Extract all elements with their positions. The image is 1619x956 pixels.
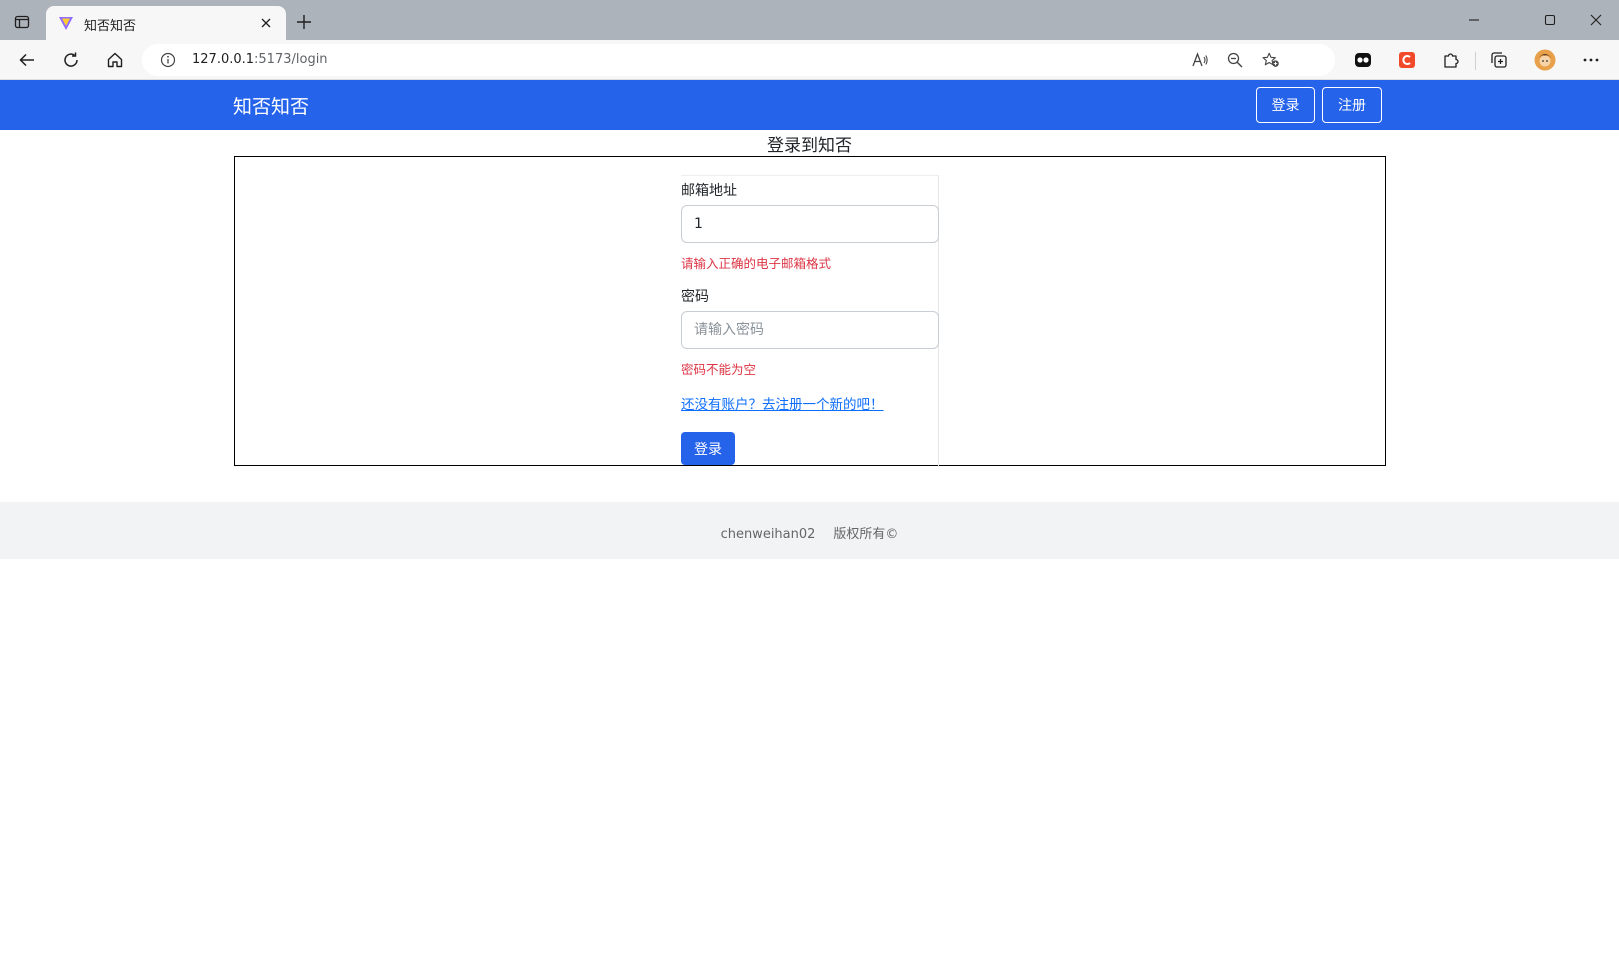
url-host: 127.0.0.1	[192, 52, 255, 67]
email-error: 请输入正确的电子邮箱格式	[681, 256, 832, 271]
login-container: 邮箱地址 请输入正确的电子邮箱格式 密码 密码不能为空 还没有账户？去注册一个新…	[234, 156, 1386, 467]
footer-copyright: 版权所有©	[833, 527, 899, 542]
app-navbar: 知否知否 登录 注册	[0, 80, 1619, 130]
page-title: 登录到知否	[767, 136, 852, 156]
footer-text: chenweihan02 版权所有©	[0, 523, 1619, 542]
extension-icon[interactable]	[1352, 49, 1374, 71]
c-extension-icon[interactable]	[1396, 49, 1418, 71]
email-label: 邮箱地址	[681, 183, 737, 199]
new-tab-icon[interactable]	[294, 12, 314, 32]
tab-actions-icon[interactable]	[12, 12, 32, 32]
footer-author: chenweihan02	[720, 527, 816, 542]
brand-logo[interactable]: 知否知否	[233, 92, 309, 119]
login-submit-button[interactable]: 登录	[681, 432, 735, 465]
minimize-icon[interactable]	[1464, 10, 1484, 30]
password-error: 密码不能为空	[681, 362, 757, 377]
browser-toolbar: 127.0.0.1:5173/login	[0, 40, 1619, 80]
home-icon[interactable]	[104, 49, 126, 71]
nav-register-button[interactable]: 注册	[1322, 87, 1382, 123]
favorite-add-icon[interactable]	[1262, 51, 1280, 69]
nav-login-button[interactable]: 登录	[1256, 87, 1315, 123]
back-icon[interactable]	[16, 49, 38, 71]
extensions-puzzle-icon[interactable]	[1440, 49, 1462, 71]
url-text: 127.0.0.1:5173/login	[192, 52, 328, 67]
close-window-icon[interactable]	[1586, 10, 1606, 30]
profile-avatar-icon[interactable]	[1534, 49, 1556, 71]
collections-icon[interactable]	[1488, 49, 1510, 71]
login-form: 邮箱地址 请输入正确的电子邮箱格式 密码 密码不能为空 还没有账户？去注册一个新…	[681, 175, 939, 467]
tab-close-icon[interactable]	[258, 15, 274, 31]
read-aloud-icon[interactable]	[1191, 51, 1209, 69]
maximize-icon[interactable]	[1540, 10, 1560, 30]
page-footer: chenweihan02 版权所有©	[0, 502, 1619, 559]
url-path: :5173/login	[254, 52, 328, 67]
password-field[interactable]	[681, 311, 939, 349]
vite-favicon-icon	[59, 17, 73, 30]
tab-strip: 知否知否	[0, 0, 1619, 40]
address-bar[interactable]: 127.0.0.1:5173/login	[142, 44, 1335, 76]
site-info-icon[interactable]	[160, 52, 176, 68]
refresh-icon[interactable]	[60, 49, 82, 71]
zoom-out-icon[interactable]	[1226, 51, 1244, 69]
email-field[interactable]	[681, 205, 939, 243]
toolbar-divider	[1475, 52, 1476, 70]
browser-tab[interactable]: 知否知否	[46, 6, 286, 40]
browser-window: 知否知否 127.0.0.1:5173/login 知否知否 登录 注册 登录到…	[0, 0, 1619, 956]
tab-title: 知否知否	[84, 19, 137, 34]
more-menu-icon[interactable]	[1580, 49, 1602, 71]
register-link[interactable]: 还没有账户？去注册一个新的吧！	[681, 393, 884, 413]
password-label: 密码	[681, 289, 709, 305]
